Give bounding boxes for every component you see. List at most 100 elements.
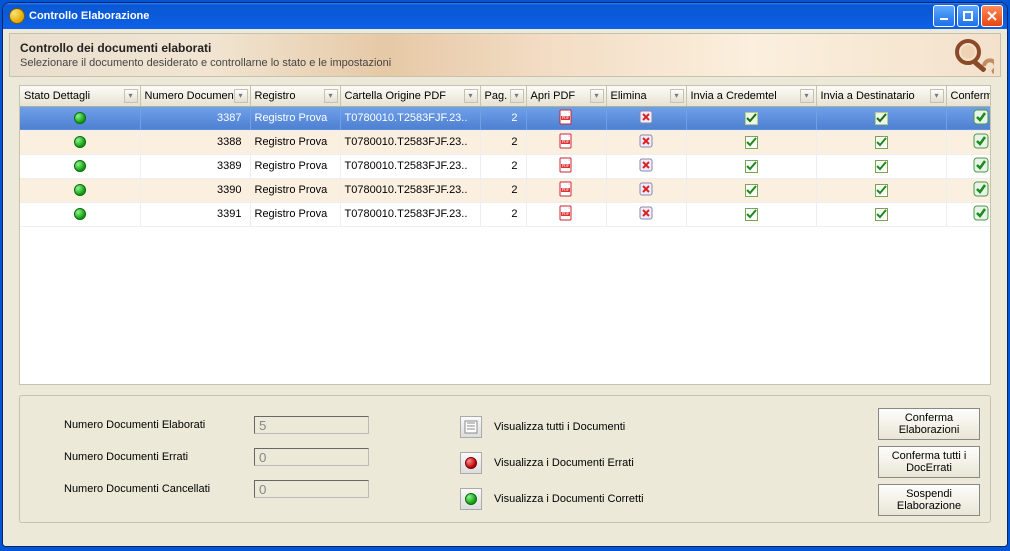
svg-text:PDF: PDF bbox=[562, 211, 570, 216]
column-header-registro[interactable]: Registro▾ bbox=[250, 86, 340, 106]
titlebar[interactable]: Controllo Elaborazione bbox=[3, 3, 1007, 29]
data-grid[interactable]: Stato Dettagli▾Numero Documento▾Registro… bbox=[19, 85, 991, 385]
column-header-credem[interactable]: Invia a Credemtel▾ bbox=[686, 86, 816, 106]
delete-icon[interactable] bbox=[606, 202, 686, 226]
cell-cartella: T0780010.T2583FJF.23.. bbox=[340, 202, 480, 226]
close-button[interactable] bbox=[981, 5, 1003, 27]
open-pdf-icon[interactable]: PDF bbox=[526, 130, 606, 154]
cell-cartella: T0780010.T2583FJF.23.. bbox=[340, 178, 480, 202]
svg-text:PDF: PDF bbox=[562, 115, 570, 120]
checkbox-credemtel[interactable] bbox=[686, 178, 816, 202]
delete-icon[interactable] bbox=[606, 106, 686, 130]
open-pdf-icon[interactable]: PDF bbox=[526, 106, 606, 130]
checkbox-destinatario[interactable] bbox=[816, 106, 946, 130]
suspend-button[interactable]: Sospendi Elaborazione bbox=[878, 484, 980, 516]
open-pdf-icon[interactable]: PDF bbox=[526, 178, 606, 202]
checkbox-credemtel[interactable] bbox=[686, 130, 816, 154]
stat-label-cancellati: Numero Documenti Cancellati bbox=[64, 483, 254, 495]
checkbox-credemtel[interactable] bbox=[686, 202, 816, 226]
svg-text:PDF: PDF bbox=[562, 163, 570, 168]
column-header-conferma[interactable]: Conferma▾ bbox=[946, 86, 991, 106]
table-row[interactable]: 3391Registro ProvaT0780010.T2583FJF.23..… bbox=[20, 202, 991, 226]
checkbox-credemtel[interactable] bbox=[686, 106, 816, 130]
confirm-icon[interactable] bbox=[946, 154, 991, 178]
cell-registro: Registro Prova bbox=[250, 130, 340, 154]
chevron-down-icon[interactable]: ▾ bbox=[930, 89, 944, 103]
column-header-stato[interactable]: Stato Dettagli▾ bbox=[20, 86, 140, 106]
cell-pag: 2 bbox=[480, 154, 526, 178]
chevron-down-icon[interactable]: ▾ bbox=[800, 89, 814, 103]
stat-value-errati bbox=[254, 448, 369, 466]
status-icon bbox=[20, 154, 140, 178]
stat-value-cancellati bbox=[254, 480, 369, 498]
cell-numero: 3387 bbox=[140, 106, 250, 130]
chevron-down-icon[interactable]: ▾ bbox=[590, 89, 604, 103]
maximize-button[interactable] bbox=[957, 5, 979, 27]
confirm-button[interactable]: Conferma Elaborazioni bbox=[878, 408, 980, 440]
chevron-down-icon[interactable]: ▾ bbox=[234, 89, 248, 103]
chevron-down-icon[interactable]: ▾ bbox=[670, 89, 684, 103]
confirm-icon[interactable] bbox=[946, 202, 991, 226]
cell-pag: 2 bbox=[480, 106, 526, 130]
header-band: Controllo dei documenti elaborati Selezi… bbox=[9, 33, 1001, 77]
delete-icon[interactable] bbox=[606, 130, 686, 154]
show-all-button[interactable] bbox=[460, 416, 482, 438]
checkbox-destinatario[interactable] bbox=[816, 178, 946, 202]
cell-numero: 3389 bbox=[140, 154, 250, 178]
checkbox-destinatario[interactable] bbox=[816, 202, 946, 226]
chevron-down-icon[interactable]: ▾ bbox=[464, 89, 478, 103]
cell-pag: 2 bbox=[480, 130, 526, 154]
cell-registro: Registro Prova bbox=[250, 202, 340, 226]
confirm-icon[interactable] bbox=[946, 106, 991, 130]
checkbox-destinatario[interactable] bbox=[816, 130, 946, 154]
svg-text:PDF: PDF bbox=[562, 139, 570, 144]
cell-registro: Registro Prova bbox=[250, 178, 340, 202]
table-row[interactable]: 3390Registro ProvaT0780010.T2583FJF.23..… bbox=[20, 178, 991, 202]
column-header-dest[interactable]: Invia a Destinatario▾ bbox=[816, 86, 946, 106]
chevron-down-icon[interactable]: ▾ bbox=[324, 89, 338, 103]
window: Controllo Elaborazione Controllo dei doc… bbox=[2, 2, 1008, 547]
chevron-down-icon[interactable]: ▾ bbox=[510, 89, 524, 103]
cell-cartella: T0780010.T2583FJF.23.. bbox=[340, 130, 480, 154]
table-row[interactable]: 3387Registro ProvaT0780010.T2583FJF.23..… bbox=[20, 106, 991, 130]
page-title: Controllo dei documenti elaborati bbox=[20, 41, 1000, 55]
show-errors-button[interactable] bbox=[460, 452, 482, 474]
delete-icon[interactable] bbox=[606, 154, 686, 178]
page-subtitle: Selezionare il documento desiderato e co… bbox=[20, 57, 1000, 69]
status-icon bbox=[20, 202, 140, 226]
column-header-apri[interactable]: Apri PDF▾ bbox=[526, 86, 606, 106]
table-row[interactable]: 3388Registro ProvaT0780010.T2583FJF.23..… bbox=[20, 130, 991, 154]
confirm-icon[interactable] bbox=[946, 178, 991, 202]
delete-icon[interactable] bbox=[606, 178, 686, 202]
column-header-elimina[interactable]: Elimina▾ bbox=[606, 86, 686, 106]
confirm-errors-button[interactable]: Conferma tutti i DocErrati bbox=[878, 446, 980, 478]
legend-err: Visualizza i Documenti Errati bbox=[494, 457, 634, 469]
checkbox-credemtel[interactable] bbox=[686, 154, 816, 178]
minimize-button[interactable] bbox=[933, 5, 955, 27]
open-pdf-icon[interactable]: PDF bbox=[526, 154, 606, 178]
app-icon bbox=[9, 8, 25, 24]
legend-ok: Visualizza i Documenti Corretti bbox=[494, 493, 644, 505]
cell-numero: 3391 bbox=[140, 202, 250, 226]
status-icon bbox=[20, 130, 140, 154]
stat-label-elaborati: Numero Documenti Elaborati bbox=[64, 419, 254, 431]
column-header-pag[interactable]: Pag.▾ bbox=[480, 86, 526, 106]
confirm-icon[interactable] bbox=[946, 130, 991, 154]
cell-registro: Registro Prova bbox=[250, 154, 340, 178]
chevron-down-icon[interactable]: ▾ bbox=[124, 89, 138, 103]
cell-numero: 3390 bbox=[140, 178, 250, 202]
footer-panel: Numero Documenti Elaborati Numero Docume… bbox=[19, 395, 991, 523]
cell-numero: 3388 bbox=[140, 130, 250, 154]
show-correct-button[interactable] bbox=[460, 488, 482, 510]
legend-all: Visualizza tutti i Documenti bbox=[494, 421, 625, 433]
table-row[interactable]: 3389Registro ProvaT0780010.T2583FJF.23..… bbox=[20, 154, 991, 178]
cell-registro: Registro Prova bbox=[250, 106, 340, 130]
magnifier-icon bbox=[950, 36, 994, 79]
stat-label-errati: Numero Documenti Errati bbox=[64, 451, 254, 463]
column-header-numero[interactable]: Numero Documento▾ bbox=[140, 86, 250, 106]
column-header-cartella[interactable]: Cartella Origine PDF▾ bbox=[340, 86, 480, 106]
open-pdf-icon[interactable]: PDF bbox=[526, 202, 606, 226]
checkbox-destinatario[interactable] bbox=[816, 154, 946, 178]
status-icon bbox=[20, 106, 140, 130]
cell-pag: 2 bbox=[480, 202, 526, 226]
